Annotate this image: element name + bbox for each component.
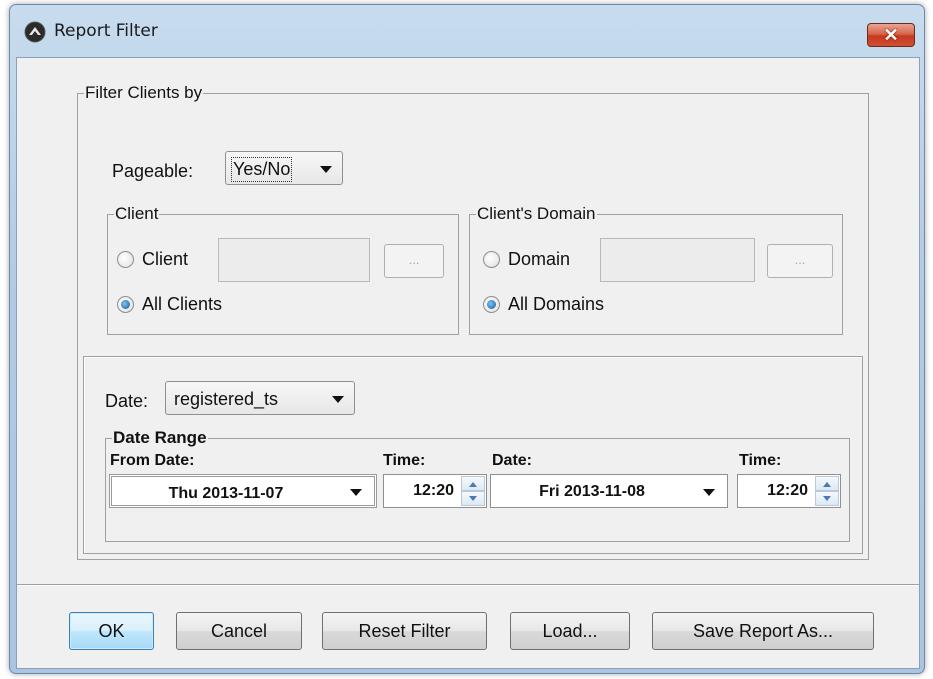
client-field[interactable] bbox=[218, 238, 370, 282]
chevron-down-icon bbox=[320, 166, 332, 173]
pageable-select[interactable]: Yes/No bbox=[225, 151, 343, 185]
client-radio-label: Client bbox=[142, 249, 189, 269]
to-date-value: Fri 2013-11-08 bbox=[539, 483, 645, 500]
to-date-picker[interactable]: Fri 2013-11-08 bbox=[490, 474, 728, 508]
from-time-value: 12:20 bbox=[413, 482, 454, 499]
date-field-select[interactable]: registered_ts bbox=[165, 381, 355, 415]
window-title: Report Filter bbox=[54, 21, 158, 41]
app-logo-icon bbox=[24, 21, 46, 43]
spin-down-icon[interactable] bbox=[815, 491, 839, 506]
date-label: Date: bbox=[105, 391, 149, 411]
close-button[interactable]: ✕ bbox=[867, 23, 915, 47]
to-date-label: Date: bbox=[492, 452, 533, 469]
button-divider bbox=[17, 584, 919, 586]
spin-up-icon[interactable] bbox=[815, 476, 839, 491]
all-clients-label: All Clients bbox=[142, 294, 223, 314]
from-time-spinner[interactable]: 12:20 bbox=[383, 474, 487, 508]
filter-clients-legend: Filter Clients by bbox=[85, 83, 203, 102]
report-filter-dialog: Report Filter ✕ Filter Clients by Pageab… bbox=[9, 4, 925, 674]
chevron-down-icon bbox=[350, 489, 362, 496]
date-range-legend: Date Range bbox=[113, 428, 207, 447]
client-domain-legend: Client's Domain bbox=[477, 204, 596, 223]
all-domains-label: All Domains bbox=[508, 294, 605, 314]
from-date-value: Thu 2013-11-07 bbox=[168, 485, 284, 502]
spin-up-icon[interactable] bbox=[461, 476, 485, 491]
client-radio[interactable] bbox=[117, 251, 134, 268]
domain-browse-button[interactable]: ... bbox=[767, 244, 833, 278]
date-field-value: registered_ts bbox=[174, 389, 279, 409]
all-domains-radio[interactable] bbox=[483, 296, 500, 313]
from-time-label: Time: bbox=[383, 452, 426, 469]
cancel-button[interactable]: Cancel bbox=[176, 612, 302, 650]
ok-button[interactable]: OK bbox=[69, 612, 154, 650]
domain-radio-label: Domain bbox=[508, 249, 571, 269]
client-legend: Client bbox=[115, 204, 159, 223]
pageable-value: Yes/No bbox=[230, 157, 293, 182]
to-time-spinner[interactable]: 12:20 bbox=[737, 474, 841, 508]
reset-filter-button[interactable]: Reset Filter bbox=[322, 612, 487, 650]
pageable-label: Pageable: bbox=[112, 161, 194, 181]
from-date-label: From Date: bbox=[110, 452, 195, 469]
to-time-value: 12:20 bbox=[767, 482, 808, 499]
from-date-picker[interactable]: Thu 2013-11-07 bbox=[109, 474, 377, 508]
to-time-label: Time: bbox=[739, 452, 782, 469]
chevron-down-icon bbox=[332, 396, 344, 403]
domain-field[interactable] bbox=[600, 238, 755, 282]
close-icon: ✕ bbox=[883, 24, 899, 45]
client-browse-button[interactable]: ... bbox=[384, 244, 444, 278]
save-report-as-button[interactable]: Save Report As... bbox=[652, 612, 874, 650]
title-bar[interactable]: Report Filter ✕ bbox=[10, 5, 924, 57]
spin-down-icon[interactable] bbox=[461, 491, 485, 506]
load-button[interactable]: Load... bbox=[510, 612, 630, 650]
chevron-down-icon bbox=[703, 489, 715, 496]
dialog-body: Filter Clients by Pageable: Yes/No Clien… bbox=[16, 57, 920, 669]
all-clients-radio[interactable] bbox=[117, 296, 134, 313]
domain-radio[interactable] bbox=[483, 251, 500, 268]
